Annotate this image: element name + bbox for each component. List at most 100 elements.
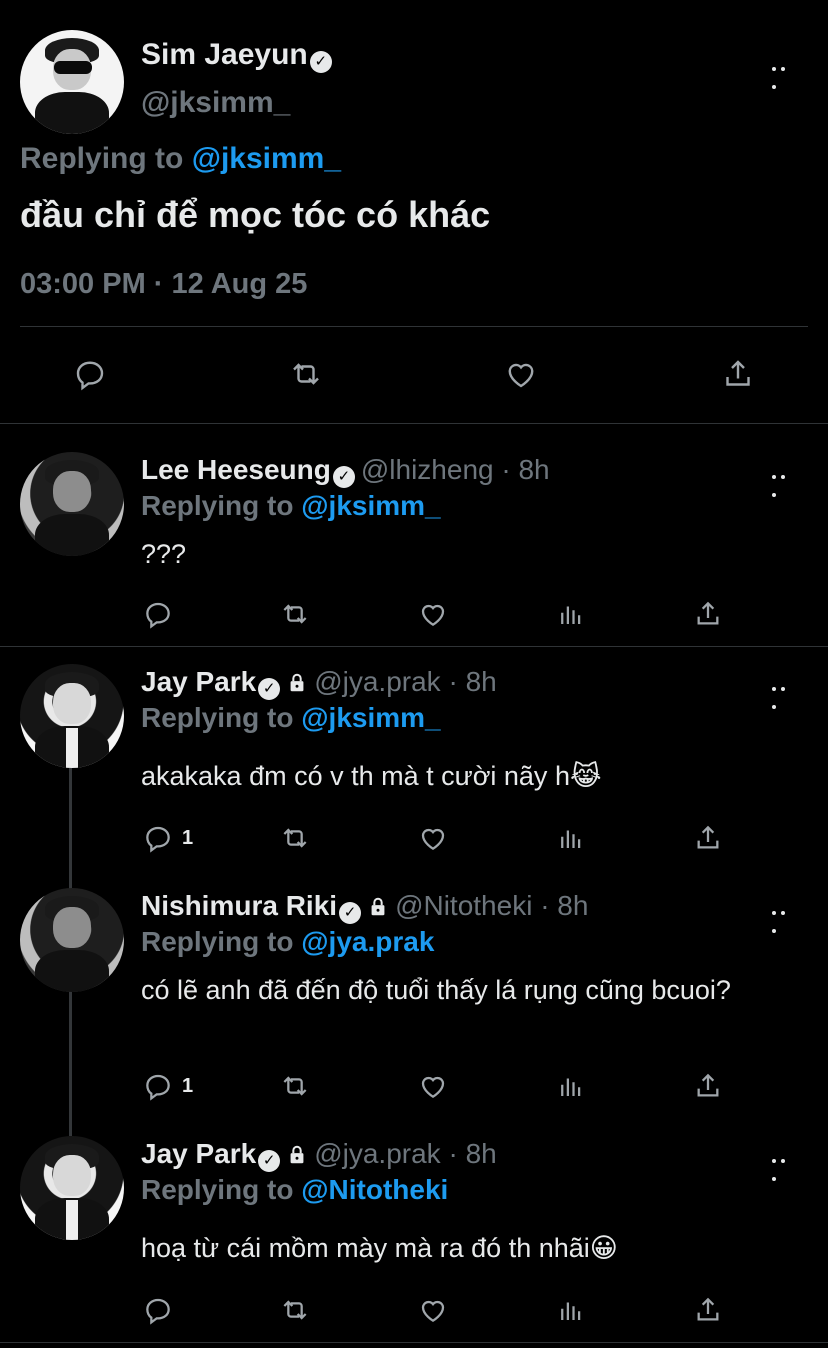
reply-text: akakaka đm có v th mà t cười nãy h😹 [141, 761, 602, 791]
lock-icon [290, 1145, 304, 1164]
retweet-button[interactable] [277, 1069, 313, 1103]
reply-icon [146, 1074, 170, 1101]
verified-icon: ✓ [258, 1150, 281, 1172]
reply-button[interactable] [72, 357, 108, 391]
reply-button[interactable] [142, 597, 174, 631]
divider [0, 646, 828, 647]
author-meta[interactable]: @jya.prak · 8h [314, 1138, 497, 1169]
avatar[interactable] [20, 664, 124, 768]
reply-text: hoạ từ cái mồm mày mà ra đó th nhãi😀 [141, 1233, 618, 1263]
verified-icon: ✓ [332, 466, 355, 488]
replying-prefix: Replying to [141, 490, 294, 521]
share-icon [697, 825, 719, 849]
share-button[interactable] [692, 821, 724, 855]
author-name[interactable]: Jay Park [141, 666, 256, 697]
share-icon [697, 1297, 719, 1321]
reply-count: 1 [182, 826, 194, 849]
replying-to-link[interactable]: @jksimm_ [301, 702, 440, 733]
author-name[interactable]: Jay Park [141, 1138, 256, 1169]
reply-icon [76, 361, 104, 391]
tweet-text: đầu chỉ để mọc tóc có khác [20, 194, 491, 235]
more-icon[interactable] [772, 58, 798, 89]
reply-button[interactable]: 1 [142, 821, 193, 855]
tweet-timestamp[interactable]: 03:00 PM · 12 Aug 25 [20, 268, 307, 301]
divider [20, 326, 808, 327]
like-button[interactable] [416, 821, 450, 855]
replying-to-link[interactable]: @jya.prak [301, 926, 434, 957]
analytics-button[interactable] [556, 821, 586, 855]
reply-header: Nishimura Riki ✓ @Nitotheki · 8h [141, 890, 588, 924]
analytics-icon [561, 1302, 581, 1320]
author-name[interactable]: Nishimura Riki [141, 890, 337, 921]
verified-icon: ✓ [339, 902, 362, 924]
share-button[interactable] [692, 1069, 724, 1103]
replying-to-line: Replying to @Nitotheki [141, 1174, 448, 1206]
analytics-button[interactable] [556, 597, 586, 631]
analytics-button[interactable] [556, 1293, 586, 1327]
more-icon[interactable] [772, 1150, 798, 1181]
retweet-icon [283, 1076, 307, 1096]
author-name[interactable]: Lee Heeseung [141, 454, 331, 485]
replying-prefix: Replying to [20, 142, 184, 175]
analytics-icon [561, 606, 581, 624]
analytics-button[interactable] [556, 1069, 586, 1103]
retweet-icon [283, 828, 307, 848]
avatar[interactable] [20, 888, 124, 992]
retweet-icon [293, 363, 319, 385]
reply-button[interactable]: 1 [142, 1069, 193, 1103]
share-button[interactable] [720, 357, 756, 391]
heart-icon [421, 828, 445, 850]
more-icon[interactable] [772, 466, 798, 497]
like-button[interactable] [416, 597, 450, 631]
author-meta[interactable]: @Nitotheki · 8h [395, 890, 588, 921]
retweet-button[interactable] [277, 821, 313, 855]
reply-icon [146, 826, 170, 853]
like-button[interactable] [502, 357, 540, 391]
reply-text: có lẽ anh đã đến độ tuổi thấy lá rụng cũ… [141, 975, 731, 1005]
heart-icon [421, 1076, 445, 1098]
avatar[interactable] [20, 1136, 124, 1240]
share-icon [726, 360, 750, 386]
author-name[interactable]: Sim Jaeyun [141, 38, 308, 71]
replying-to-line: Replying to @jksimm_ [20, 142, 341, 176]
avatar[interactable] [20, 452, 124, 556]
retweet-button[interactable] [277, 597, 313, 631]
avatar[interactable] [20, 30, 124, 134]
share-button[interactable] [692, 1293, 724, 1327]
retweet-icon [283, 604, 307, 624]
reply-header: Jay Park ✓ @jya.prak · 8h [141, 1138, 497, 1172]
share-icon [697, 1073, 719, 1097]
analytics-icon [561, 830, 581, 848]
share-button[interactable] [692, 597, 724, 631]
replying-to-link[interactable]: @Nitotheki [301, 1174, 448, 1205]
retweet-button[interactable] [277, 1293, 313, 1327]
author-meta[interactable]: @lhizheng · 8h [361, 454, 550, 485]
divider [0, 423, 828, 424]
more-icon[interactable] [772, 678, 798, 709]
lock-icon [371, 897, 385, 916]
reply-header: Lee Heeseung ✓ @lhizheng · 8h [141, 454, 550, 488]
replying-prefix: Replying to [141, 926, 294, 957]
author-meta[interactable]: @jya.prak · 8h [314, 666, 497, 697]
heart-icon [421, 1300, 445, 1322]
replying-prefix: Replying to [141, 1174, 294, 1205]
like-button[interactable] [416, 1069, 450, 1103]
reply-count: 1 [182, 1074, 194, 1097]
reply-text: ??? [141, 539, 187, 569]
share-icon [697, 601, 719, 625]
retweet-button[interactable] [286, 357, 326, 391]
verified-icon: ✓ [258, 678, 281, 700]
more-icon[interactable] [772, 902, 798, 933]
replying-to-line: Replying to @jksimm_ [141, 490, 441, 522]
replying-to-link[interactable]: @jksimm_ [301, 490, 440, 521]
reply-icon [146, 1298, 170, 1325]
reply-button[interactable] [142, 1293, 174, 1327]
heart-icon [421, 604, 445, 626]
replying-to-link[interactable]: @jksimm_ [192, 142, 341, 175]
reply-icon [146, 602, 170, 629]
like-button[interactable] [416, 1293, 450, 1327]
author-handle[interactable]: @jksimm_ [141, 86, 290, 120]
retweet-icon [283, 1300, 307, 1320]
reply-header: Jay Park ✓ @jya.prak · 8h [141, 666, 497, 700]
replying-to-line: Replying to @jksimm_ [141, 702, 441, 734]
